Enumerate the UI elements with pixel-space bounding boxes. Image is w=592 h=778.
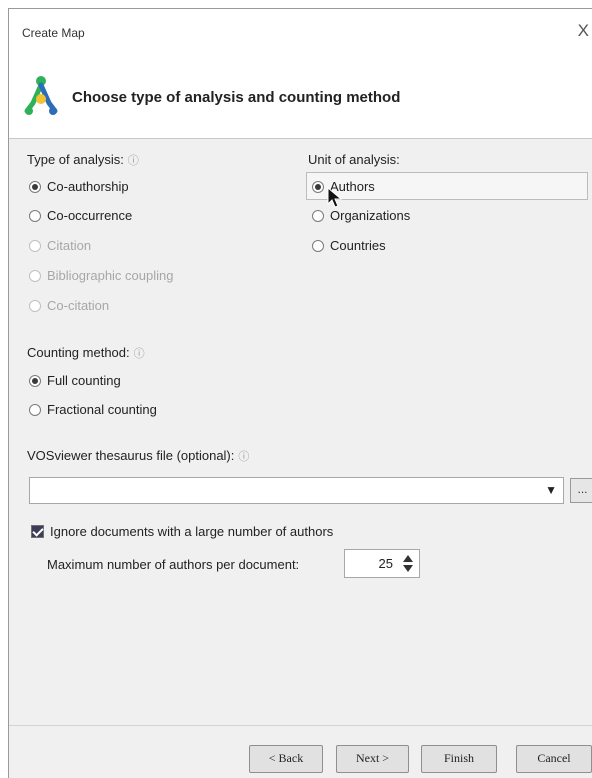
counting-method-label: Counting method: ⓘ <box>27 345 145 360</box>
unit-of-analysis-label: Unit of analysis: <box>308 152 400 167</box>
type-of-analysis-label: Type of analysis: ⓘ <box>27 152 139 167</box>
chevron-down-icon[interactable]: ▼ <box>545 483 557 497</box>
radio-authors[interactable]: Authors <box>312 179 375 194</box>
radio-co-occurrence[interactable]: Co-occurrence <box>29 208 132 223</box>
vosviewer-logo-icon <box>24 76 58 115</box>
radio-button <box>29 239 41 252</box>
radio-co-authorship[interactable]: Co-authorship <box>29 179 129 194</box>
title-bar: Create Map X <box>9 9 592 57</box>
radio-countries[interactable]: Countries <box>312 238 386 253</box>
spin-up-icon[interactable] <box>403 555 413 562</box>
wizard-header: Choose type of analysis and counting met… <box>9 57 592 139</box>
window-title: Create Map <box>22 26 85 40</box>
browse-button[interactable]: ... <box>570 478 592 503</box>
radio-full-counting[interactable]: Full counting <box>29 373 121 388</box>
mouse-cursor-icon <box>327 187 343 208</box>
radio-button[interactable] <box>29 209 41 222</box>
max-authors-value: 25 <box>378 556 393 571</box>
radio-button[interactable] <box>312 209 324 222</box>
help-icon[interactable]: ⓘ <box>128 155 139 167</box>
radio-citation: Citation <box>29 238 91 253</box>
create-map-dialog: Create Map X Choose type of analysis and… <box>8 8 592 778</box>
radio-button <box>29 299 41 312</box>
radio-button-checked[interactable] <box>29 374 41 387</box>
close-icon[interactable]: X <box>578 21 589 41</box>
radio-organizations[interactable]: Organizations <box>312 208 410 223</box>
radio-fractional-counting[interactable]: Fractional counting <box>29 402 157 417</box>
page-title: Choose type of analysis and counting met… <box>72 89 401 106</box>
footer-divider <box>9 725 592 726</box>
radio-button <box>29 269 41 282</box>
help-icon[interactable]: ⓘ <box>238 451 249 463</box>
max-authors-spinner[interactable]: 25 <box>344 549 420 578</box>
max-authors-label: Maximum number of authors per document: <box>47 557 300 572</box>
spin-down-icon[interactable] <box>403 565 413 572</box>
help-icon[interactable]: ⓘ <box>134 348 145 360</box>
radio-co-citation: Co-citation <box>29 298 109 313</box>
finish-button[interactable]: Finish <box>421 745 497 773</box>
radio-button[interactable] <box>312 239 324 252</box>
ignore-documents-checkbox[interactable] <box>31 525 44 538</box>
radio-bibliographic-coupling: Bibliographic coupling <box>29 268 173 283</box>
thesaurus-file-combobox[interactable]: ▼ <box>29 477 564 504</box>
radio-button-checked[interactable] <box>312 180 324 193</box>
radio-button[interactable] <box>29 403 41 416</box>
thesaurus-label: VOSviewer thesaurus file (optional): ⓘ <box>27 448 250 463</box>
cancel-button[interactable]: Cancel <box>516 745 592 773</box>
ignore-documents-checkbox-row[interactable]: Ignore documents with a large number of … <box>31 524 333 539</box>
radio-button-checked[interactable] <box>29 180 41 193</box>
next-button[interactable]: Next > <box>336 745 409 773</box>
back-button[interactable]: < Back <box>249 745 323 773</box>
